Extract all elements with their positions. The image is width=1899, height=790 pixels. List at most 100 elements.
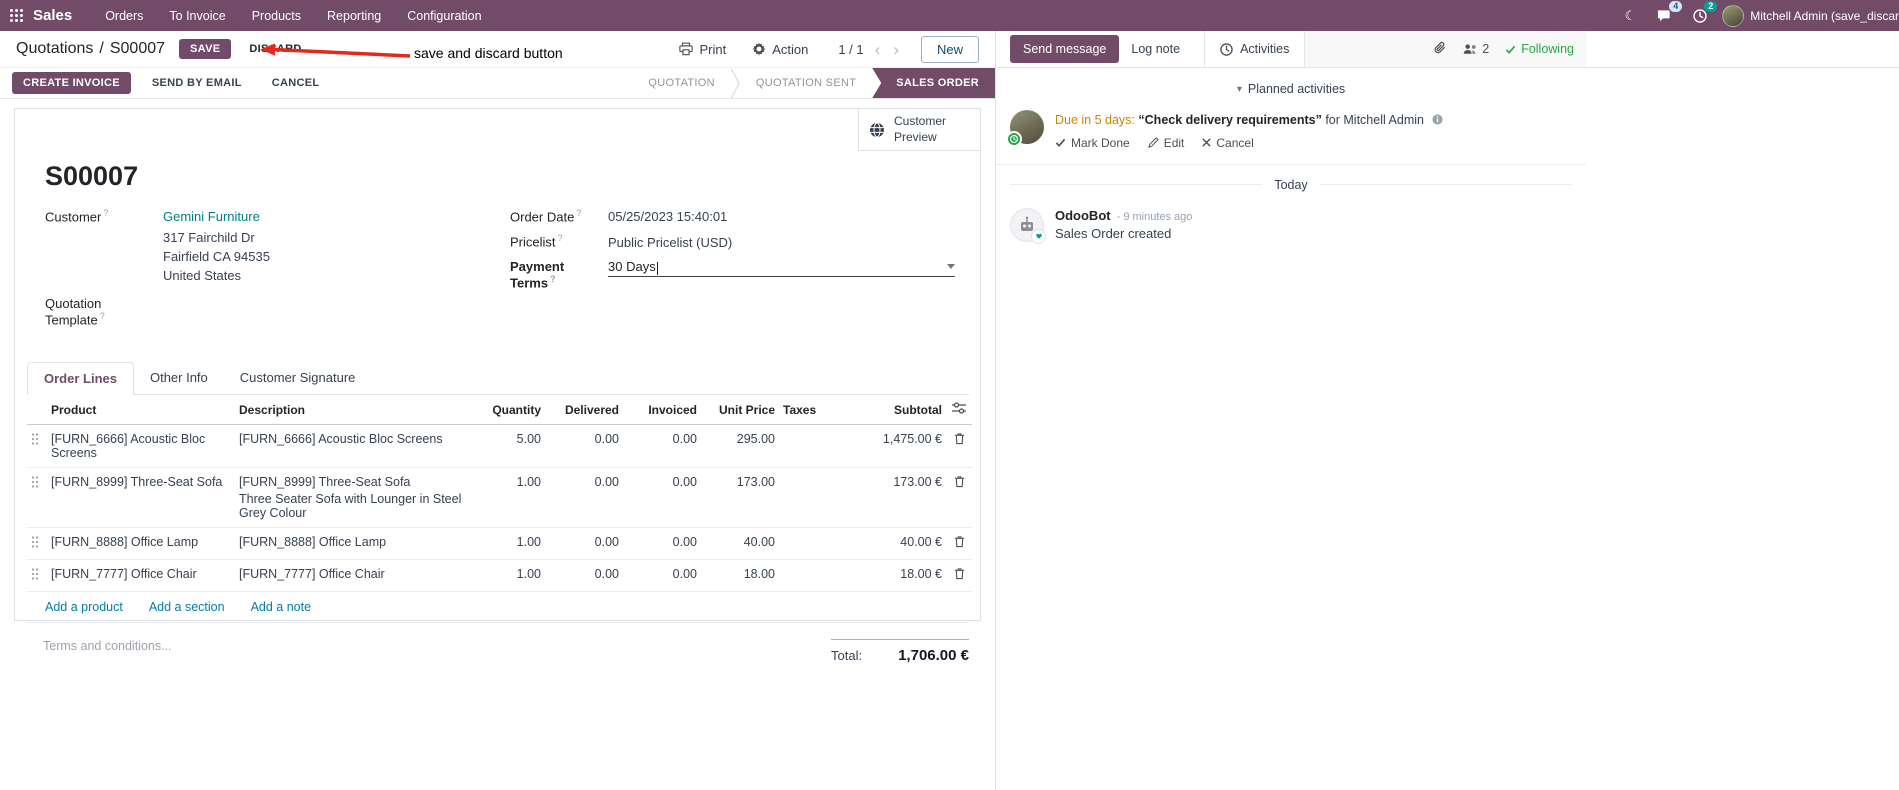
cell-product[interactable]: [FURN_8999] Three-Seat Sofa <box>47 467 235 529</box>
notebook-tabs: Order Lines Other Info Customer Signatur… <box>27 362 969 396</box>
add-note-link[interactable]: Add a note <box>251 600 311 614</box>
new-button[interactable]: New <box>920 35 979 63</box>
menu-configuration[interactable]: Configuration <box>396 3 492 29</box>
cell-unit-price[interactable]: 18.00 <box>701 559 779 593</box>
cell-unit-price[interactable]: 295.00 <box>701 424 779 469</box>
cell-taxes[interactable] <box>779 559 851 593</box>
cell-product[interactable]: [FURN_8888] Office Lamp <box>47 527 235 561</box>
log-note-button[interactable]: Log note <box>1119 35 1192 63</box>
delete-row-button[interactable] <box>946 559 972 593</box>
user-name: Mitchell Admin (save_discar <box>1750 8 1899 23</box>
cell-taxes[interactable] <box>779 467 851 529</box>
followers-button[interactable]: 2 <box>1463 42 1489 56</box>
form-view: Customer Preview S00007 Customer? Gemini… <box>0 99 995 664</box>
column-product: Product <box>47 395 235 426</box>
mark-done-button[interactable]: Mark Done <box>1055 134 1130 152</box>
cell-delivered[interactable]: 0.00 <box>545 559 623 593</box>
order-date-value[interactable]: 05/25/2023 15:40:01 <box>608 209 727 224</box>
following-toggle[interactable]: Following <box>1505 42 1574 56</box>
info-icon[interactable] <box>1432 114 1443 125</box>
state-sales-order[interactable]: SALES ORDER <box>872 68 995 98</box>
action-button[interactable]: Action <box>744 38 816 61</box>
drag-handle[interactable] <box>27 467 47 529</box>
save-button[interactable]: SAVE <box>179 39 232 59</box>
cell-delivered[interactable]: 0.00 <box>545 467 623 529</box>
pager-previous-button[interactable]: ‹ <box>873 41 883 58</box>
payment-terms-input[interactable]: 30 Days <box>608 259 955 277</box>
messages-menu[interactable]: 4 <box>1651 0 1683 25</box>
send-by-email-button[interactable]: SEND BY EMAIL <box>143 72 251 94</box>
drag-handle-icon <box>31 433 39 445</box>
state-quotation-sent[interactable]: QUOTATION SENT <box>740 68 872 98</box>
cancel-activity-button[interactable]: Cancel <box>1202 134 1254 152</box>
cell-invoiced[interactable]: 0.00 <box>623 467 701 529</box>
dark-mode-toggle[interactable]: ☾ <box>1619 6 1643 26</box>
cell-taxes[interactable] <box>779 424 851 469</box>
cell-taxes[interactable] <box>779 527 851 561</box>
breadcrumb-quotations[interactable]: Quotations <box>16 40 93 58</box>
menu-products[interactable]: Products <box>241 3 312 29</box>
pricelist-value[interactable]: Public Pricelist (USD) <box>608 235 732 250</box>
cell-quantity[interactable]: 1.00 <box>485 467 545 529</box>
activities-tab[interactable]: Activities <box>1204 31 1306 67</box>
cell-description[interactable]: [FURN_8888] Office Lamp <box>235 527 485 561</box>
cell-quantity[interactable]: 1.00 <box>485 559 545 593</box>
drag-handle[interactable] <box>27 559 47 593</box>
optional-columns-toggle[interactable] <box>946 395 972 426</box>
cell-description[interactable]: [FURN_6666] Acoustic Bloc Screens <box>235 424 485 469</box>
tab-order-lines[interactable]: Order Lines <box>27 362 134 396</box>
cell-product[interactable]: [FURN_7777] Office Chair <box>47 559 235 593</box>
address-line-1: 317 Fairchild Dr <box>163 230 255 246</box>
drag-handle[interactable] <box>27 424 47 469</box>
caret-down-icon: ▾ <box>1236 83 1242 95</box>
customer-preview-button[interactable]: Customer Preview <box>858 109 980 152</box>
cell-delivered[interactable]: 0.00 <box>545 424 623 469</box>
dropdown-caret-icon[interactable] <box>947 263 955 269</box>
send-message-button[interactable]: Send message <box>1010 35 1120 63</box>
annotation-text: save and discard button <box>414 45 563 61</box>
cell-invoiced[interactable]: 0.00 <box>623 559 701 593</box>
cell-quantity[interactable]: 5.00 <box>485 424 545 469</box>
message-author[interactable]: OdooBot <box>1055 208 1111 223</box>
user-menu[interactable]: Mitchell Admin (save_discar <box>1722 4 1899 27</box>
state-quotation[interactable]: QUOTATION <box>632 68 730 98</box>
drag-handle[interactable] <box>27 527 47 561</box>
pager-next-button[interactable]: › <box>891 41 901 58</box>
tab-customer-signature[interactable]: Customer Signature <box>224 362 372 394</box>
tab-other-info[interactable]: Other Info <box>134 362 224 394</box>
cancel-button[interactable]: CANCEL <box>263 72 329 94</box>
cell-invoiced[interactable]: 0.00 <box>623 527 701 561</box>
apps-grid-icon[interactable] <box>10 9 23 22</box>
add-section-link[interactable]: Add a section <box>149 600 225 614</box>
statusbar-states: QUOTATION QUOTATION SENT SALES ORDER <box>632 68 995 98</box>
customer-value[interactable]: Gemini Furniture <box>163 209 260 224</box>
delete-row-button[interactable] <box>946 424 972 469</box>
cell-quantity[interactable]: 1.00 <box>485 527 545 561</box>
cell-delivered[interactable]: 0.00 <box>545 527 623 561</box>
terms-and-conditions-input[interactable]: Terms and conditions... <box>43 639 172 664</box>
print-button[interactable]: Print <box>671 38 734 61</box>
paperclip-icon <box>1434 41 1446 53</box>
menu-orders[interactable]: Orders <box>94 3 154 29</box>
activities-menu[interactable]: 2 <box>1687 0 1718 25</box>
check-icon <box>1055 139 1066 148</box>
main-panel: Quotations / S00007 SAVE DISCARD Print A… <box>0 31 995 790</box>
cell-description[interactable]: [FURN_8999] Three-Seat Sofa Three Seater… <box>235 467 485 529</box>
menu-to-invoice[interactable]: To Invoice <box>158 3 236 29</box>
add-product-link[interactable]: Add a product <box>45 600 123 614</box>
menu-reporting[interactable]: Reporting <box>316 3 392 29</box>
cell-invoiced[interactable]: 0.00 <box>623 424 701 469</box>
delete-row-button[interactable] <box>946 527 972 561</box>
app-name[interactable]: Sales <box>33 7 72 24</box>
planned-activities-toggle[interactable]: ▾ Planned activities <box>996 68 1586 102</box>
create-invoice-button[interactable]: CREATE INVOICE <box>12 72 131 94</box>
cell-unit-price[interactable]: 40.00 <box>701 527 779 561</box>
cell-product[interactable]: [FURN_6666] Acoustic Bloc Screens <box>47 424 235 469</box>
followers-count: 2 <box>1482 42 1490 56</box>
delete-row-button[interactable] <box>946 467 972 529</box>
attachments-button[interactable] <box>1433 41 1447 58</box>
cell-unit-price[interactable]: 173.00 <box>701 467 779 529</box>
table-row: [FURN_6666] Acoustic Bloc Screens [FURN_… <box>27 424 972 469</box>
cell-description[interactable]: [FURN_7777] Office Chair <box>235 559 485 593</box>
edit-activity-button[interactable]: Edit <box>1147 134 1184 152</box>
